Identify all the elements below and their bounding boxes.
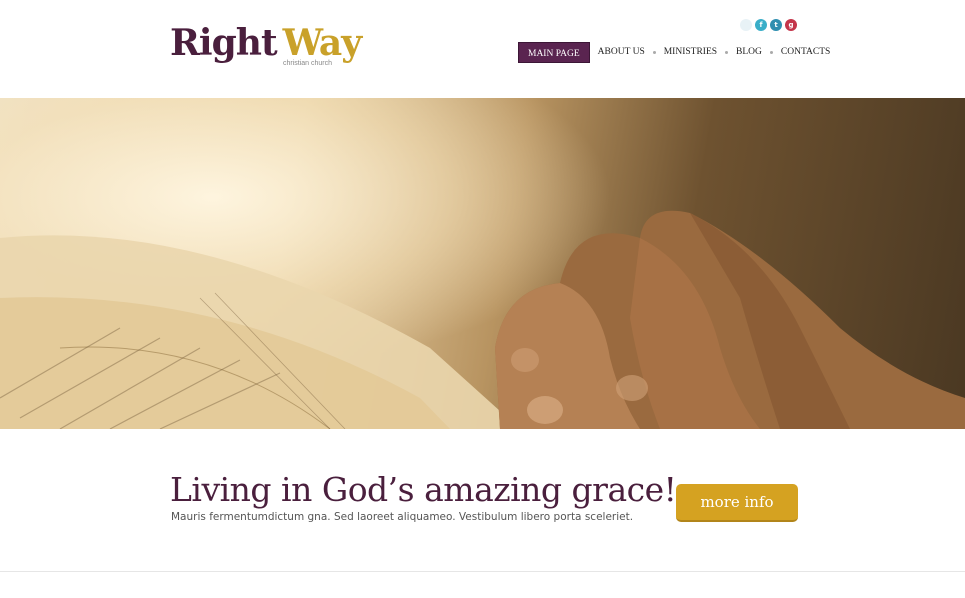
site-header: Right Way christian church f t g MAIN PAG… bbox=[0, 0, 965, 98]
logo-word-way: Way bbox=[282, 22, 363, 64]
nav-item-blog[interactable]: BLOG bbox=[736, 41, 762, 63]
nav-separator bbox=[652, 50, 656, 54]
promo-headline: Living in God’s amazing grace! bbox=[170, 470, 677, 509]
nav-separator bbox=[725, 50, 729, 54]
praying-hands-shape bbox=[495, 210, 965, 429]
site-logo[interactable]: Right Way christian church bbox=[170, 22, 363, 72]
twitter-icon[interactable]: t bbox=[770, 19, 782, 31]
nav-item-about-us[interactable]: ABOUT US bbox=[598, 41, 645, 63]
main-nav: MAIN PAGE ABOUT US MINISTRIES BLOG CONTA… bbox=[518, 41, 830, 63]
nav-item-main-page[interactable]: MAIN PAGE bbox=[518, 41, 590, 63]
hero-banner-image bbox=[0, 98, 965, 429]
bible-praying-hands-illustration bbox=[0, 210, 965, 429]
logo-word-right: Right bbox=[170, 22, 278, 64]
facebook-icon[interactable]: f bbox=[755, 19, 767, 31]
social-links: f t g bbox=[740, 19, 797, 31]
blank-social-icon[interactable] bbox=[740, 19, 752, 31]
open-bible-shape bbox=[0, 235, 520, 429]
nav-separator bbox=[769, 50, 773, 54]
logo-tagline: christian church bbox=[283, 60, 333, 67]
promo-description: Mauris fermentumdictum gna. Sed laoreet … bbox=[171, 511, 634, 523]
more-info-button[interactable]: more info bbox=[676, 484, 798, 522]
google-plus-icon[interactable]: g bbox=[785, 19, 797, 31]
nav-item-ministries[interactable]: MINISTRIES bbox=[664, 41, 717, 63]
section-divider bbox=[0, 571, 965, 572]
nav-item-contacts[interactable]: CONTACTS bbox=[781, 41, 830, 63]
